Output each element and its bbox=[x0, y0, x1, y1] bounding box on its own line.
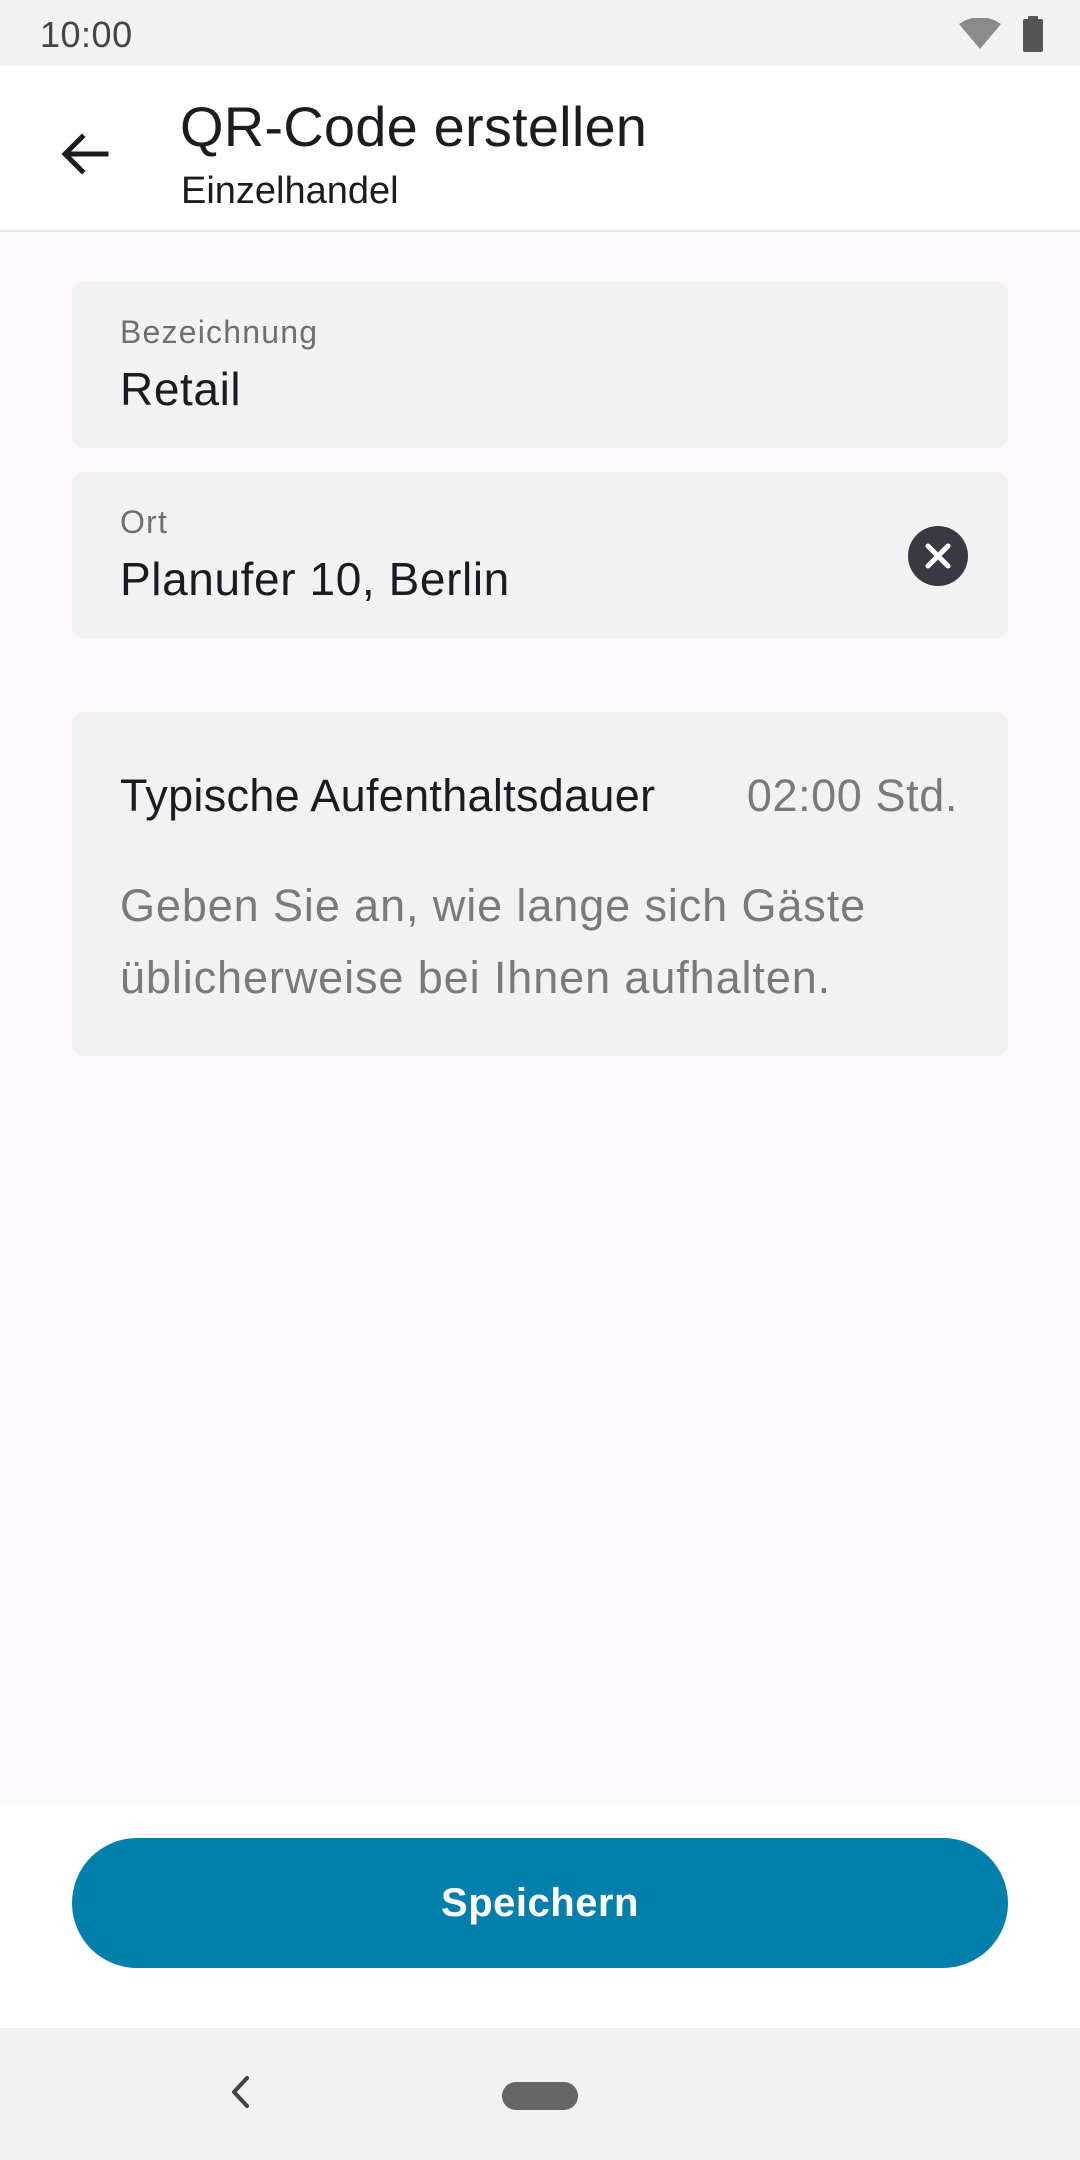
clear-location-button[interactable] bbox=[908, 526, 968, 586]
duration-value[interactable]: 02:00 Std. bbox=[747, 770, 958, 822]
nav-back-button[interactable] bbox=[210, 2064, 270, 2124]
duration-picker[interactable]: Typische Aufenthaltsdauer 02:00 Std. Geb… bbox=[72, 712, 1008, 1056]
status-icons bbox=[958, 16, 1044, 52]
duration-label: Typische Aufenthaltsdauer bbox=[120, 770, 656, 821]
system-nav-bar bbox=[0, 2028, 1080, 2160]
clear-circle-icon bbox=[908, 526, 968, 590]
nav-home-pill[interactable] bbox=[502, 2082, 578, 2110]
form-content: Bezeichnung Retail Ort Planufer 10, Berl… bbox=[0, 232, 1080, 1698]
location-field[interactable]: Ort Planufer 10, Berlin bbox=[72, 472, 1008, 638]
screen: 10:00 QR-Code erstellen Einzelhandel Bez… bbox=[0, 0, 1080, 2160]
arrow-left-icon bbox=[54, 124, 114, 189]
name-field-value[interactable]: Retail bbox=[120, 362, 241, 416]
location-field-value[interactable]: Planufer 10, Berlin bbox=[120, 552, 510, 606]
name-field-label: Bezeichnung bbox=[120, 314, 319, 350]
page-title: QR-Code erstellen bbox=[180, 95, 648, 158]
wifi-icon bbox=[958, 18, 1002, 50]
save-button[interactable]: Speichern bbox=[72, 1838, 1008, 1968]
back-button[interactable] bbox=[44, 116, 124, 196]
name-field[interactable]: Bezeichnung Retail bbox=[72, 282, 1008, 448]
nav-back-icon bbox=[225, 2072, 255, 2117]
duration-hint: Geben Sie an, wie lange sich Gäste üblic… bbox=[120, 880, 867, 1003]
status-time: 10:00 bbox=[40, 14, 133, 55]
battery-icon bbox=[1022, 16, 1044, 52]
location-field-label: Ort bbox=[120, 504, 169, 540]
status-bar: 10:00 bbox=[0, 0, 1080, 66]
page-subtitle: Einzelhandel bbox=[181, 170, 399, 212]
app-bar: QR-Code erstellen Einzelhandel bbox=[0, 66, 1080, 232]
